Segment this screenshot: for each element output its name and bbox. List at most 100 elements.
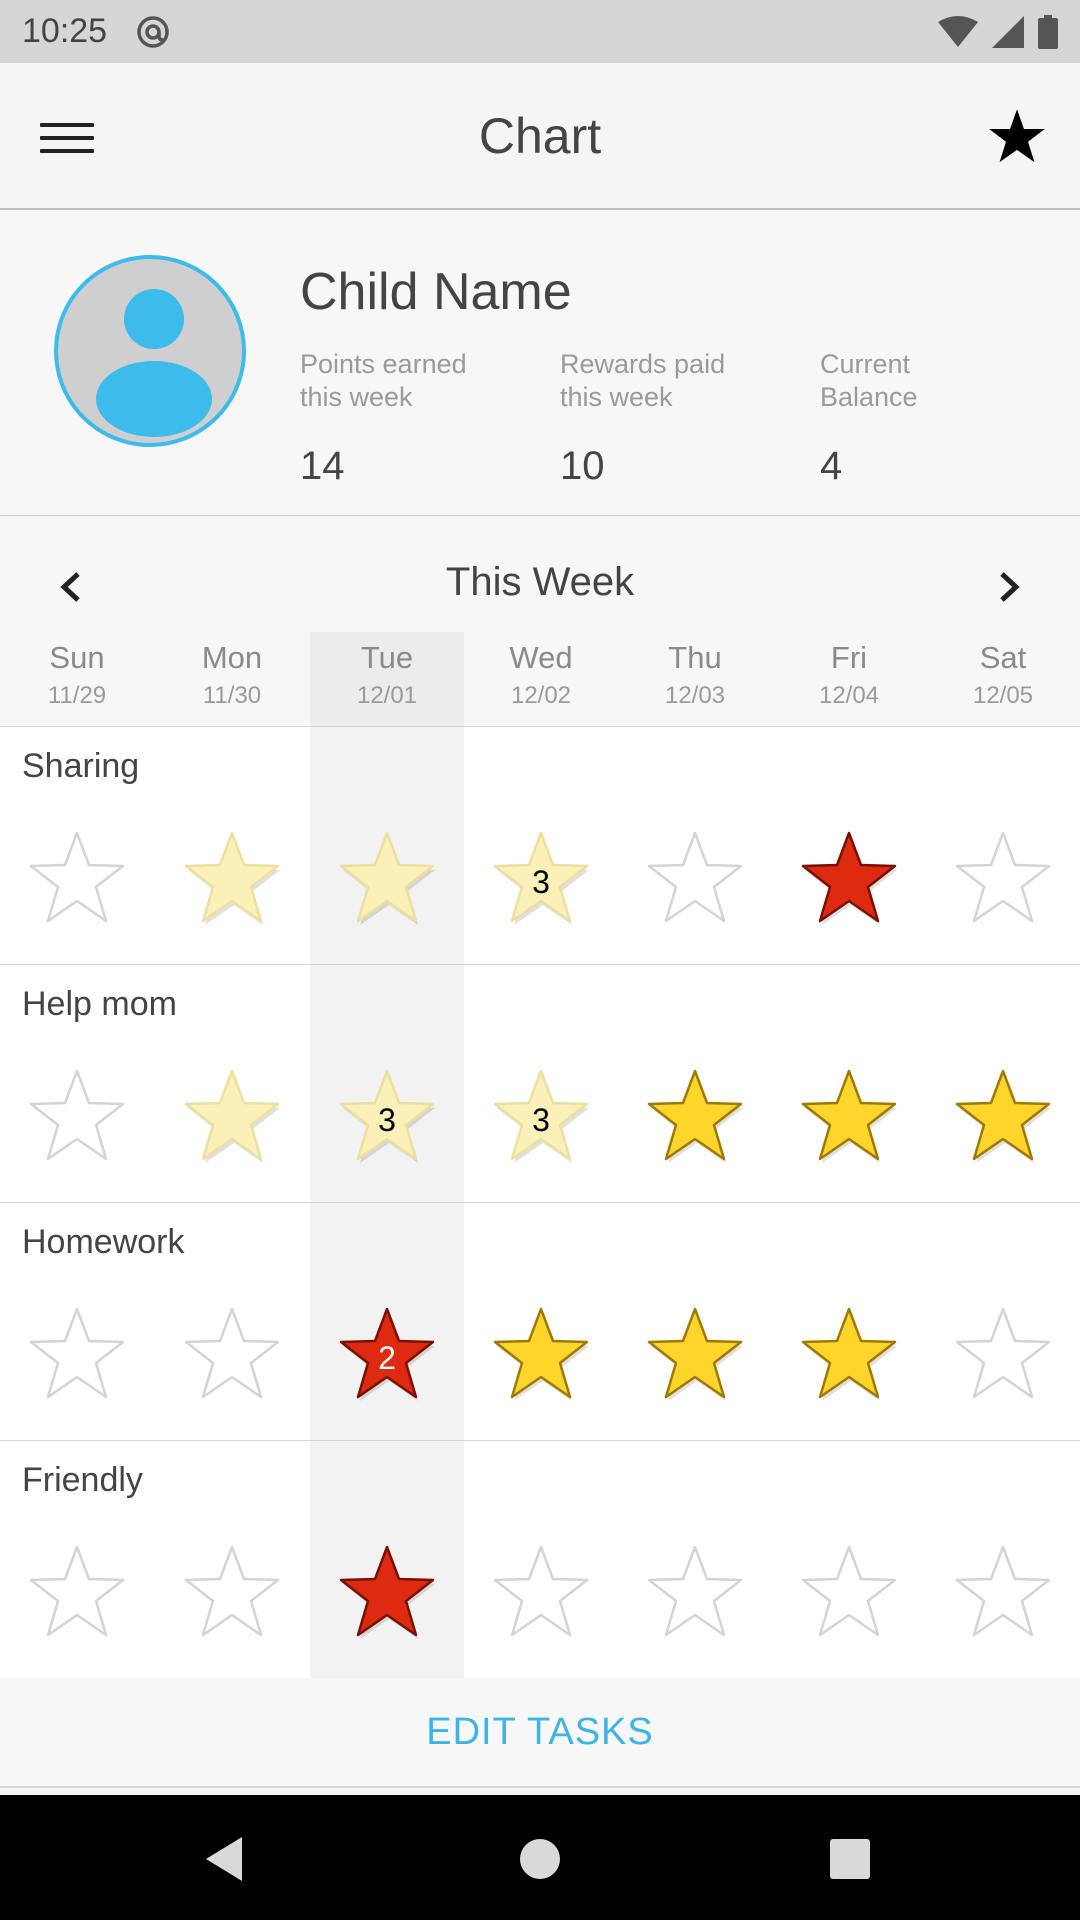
task-row-help-mom: Help mom 3 3	[0, 965, 1080, 1203]
day-header-wed: Wed 12/02	[464, 632, 618, 726]
battery-icon	[1038, 14, 1058, 49]
star-gold-icon[interactable]	[491, 1303, 591, 1403]
day-header-fri: Fri 12/04	[772, 632, 926, 726]
stat-value: 4	[820, 444, 843, 488]
stat-label: Rewards paid this week	[560, 349, 726, 412]
chevron-right-icon[interactable]	[984, 562, 1034, 612]
star-count	[953, 1303, 1053, 1403]
star-empty-icon[interactable]	[799, 1541, 899, 1641]
app-bar: Chart	[0, 63, 1080, 210]
day-name: Mon	[201, 640, 263, 675]
day-name: Fri	[830, 640, 868, 675]
star-gold-icon[interactable]	[645, 1065, 745, 1165]
star-gold-icon[interactable]	[953, 1065, 1053, 1165]
star-count	[27, 1303, 127, 1403]
back-triangle-icon[interactable]	[198, 1831, 254, 1887]
day-date: 12/01	[356, 682, 418, 709]
day-name: Tue	[360, 640, 414, 675]
status-time: 10:25	[22, 12, 108, 50]
task-row-friendly: Friendly	[0, 1441, 1080, 1679]
stat-rewards-paid: Rewards paid this week 10	[560, 348, 725, 489]
star-pale-icon[interactable]	[337, 827, 437, 927]
at-sign-icon	[137, 15, 169, 48]
star-count	[645, 827, 745, 927]
star-count	[799, 827, 899, 927]
hamburger-menu-icon[interactable]	[40, 113, 94, 163]
star-empty-icon[interactable]	[182, 1303, 282, 1403]
star-empty-icon[interactable]	[27, 1303, 127, 1403]
star-icon[interactable]	[988, 107, 1046, 165]
star-count	[182, 1541, 282, 1641]
stat-label: Points earned this week	[300, 349, 467, 412]
star-count	[182, 1065, 282, 1165]
task-name: Help mom	[22, 985, 177, 1023]
star-empty-icon[interactable]	[27, 1541, 127, 1641]
day-name: Thu	[668, 640, 722, 675]
star-count	[337, 1541, 437, 1641]
stat-points-earned: Points earned this week 14	[300, 348, 467, 489]
day-name: Wed	[509, 640, 573, 675]
star-pale-icon[interactable]: 3	[337, 1065, 437, 1165]
star-empty-icon[interactable]	[953, 827, 1053, 927]
edit-tasks-button[interactable]: EDIT TASKS	[426, 1711, 654, 1754]
star-empty-icon[interactable]	[645, 827, 745, 927]
footer: EDIT TASKS	[0, 1678, 1080, 1788]
star-pale-icon[interactable]	[182, 827, 282, 927]
star-count	[645, 1541, 745, 1641]
stat-label: Current Balance	[820, 349, 918, 412]
task-name: Friendly	[22, 1461, 143, 1499]
week-navigation: This Week Sun 11/29 Mon 11/30 Tue 12/01 Wed 12/…	[0, 518, 1080, 726]
star-count: 3	[532, 863, 550, 900]
star-pale-icon[interactable]	[182, 1065, 282, 1165]
star-count	[491, 1541, 591, 1641]
star-empty-icon[interactable]	[27, 827, 127, 927]
task-grid: Sharing 3 Help mom 3 3 Homework 2 Friendly	[0, 726, 1080, 1679]
star-count	[182, 1303, 282, 1403]
star-gold-icon[interactable]	[799, 1303, 899, 1403]
stat-value: 10	[560, 444, 605, 488]
star-count	[953, 1065, 1053, 1165]
star-pale-icon[interactable]: 3	[491, 827, 591, 927]
star-count	[27, 1541, 127, 1641]
status-bar: 10:25	[0, 0, 1080, 63]
week-title: This Week	[445, 560, 635, 604]
star-empty-icon[interactable]	[491, 1541, 591, 1641]
star-count: 3	[532, 1101, 550, 1138]
star-count	[182, 827, 282, 927]
star-empty-icon[interactable]	[645, 1541, 745, 1641]
star-pale-icon[interactable]: 3	[491, 1065, 591, 1165]
star-count	[953, 1541, 1053, 1641]
task-row-homework: Homework 2	[0, 1203, 1080, 1441]
status-icons	[938, 14, 1058, 49]
star-empty-icon[interactable]	[953, 1303, 1053, 1403]
system-nav-bar	[0, 1795, 1080, 1920]
star-red-icon[interactable]	[799, 827, 899, 927]
star-count	[799, 1065, 899, 1165]
star-red-icon[interactable]	[337, 1541, 437, 1641]
star-gold-icon[interactable]	[799, 1065, 899, 1165]
page-title: Chart	[478, 107, 602, 164]
star-red-icon[interactable]: 2	[337, 1303, 437, 1403]
day-header-mon: Mon 11/30	[155, 632, 309, 726]
signal-icon	[992, 15, 1024, 48]
star-count: 2	[378, 1339, 396, 1376]
stat-value: 14	[300, 444, 345, 488]
star-count	[491, 1303, 591, 1403]
star-count: 3	[378, 1101, 396, 1138]
star-count	[337, 827, 437, 927]
day-date: 11/30	[202, 682, 262, 709]
home-circle-icon[interactable]	[512, 1831, 568, 1887]
person-avatar-icon	[54, 255, 246, 447]
day-header-tue: Tue 12/01	[310, 632, 464, 726]
star-gold-icon[interactable]	[645, 1303, 745, 1403]
day-header-sun: Sun 11/29	[0, 632, 154, 726]
day-date: 11/29	[47, 682, 107, 709]
day-date: 12/03	[664, 682, 726, 709]
star-empty-icon[interactable]	[182, 1541, 282, 1641]
star-count	[27, 1065, 127, 1165]
child-name: Child Name	[300, 263, 572, 321]
day-header-thu: Thu 12/03	[618, 632, 772, 726]
star-empty-icon[interactable]	[953, 1541, 1053, 1641]
star-empty-icon[interactable]	[27, 1065, 127, 1165]
recents-square-icon[interactable]	[822, 1831, 878, 1887]
